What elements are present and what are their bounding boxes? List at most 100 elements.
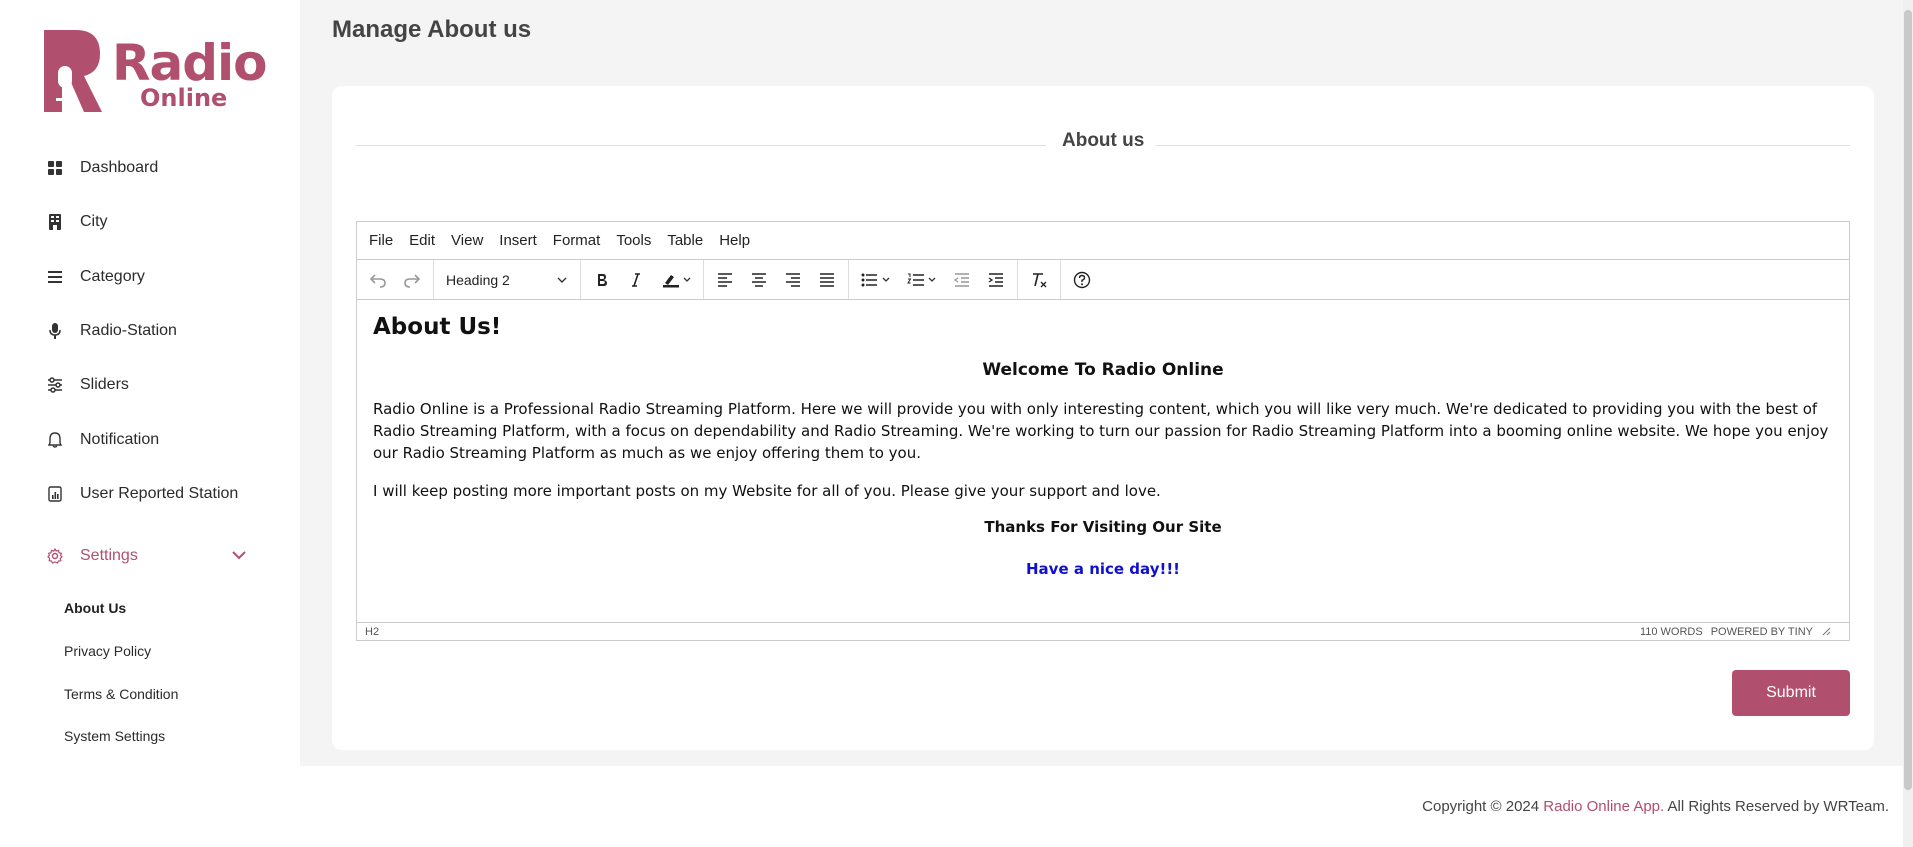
sidebar-item-city[interactable]: City [46,208,108,236]
menu-insert[interactable]: Insert [499,232,537,249]
sidebar-item-category[interactable]: Category [46,263,145,291]
content-paragraph: Radio Online is a Professional Radio Str… [373,400,1829,462]
statusbar-right: 110 WORDS POWERED BY TINY [1640,626,1841,638]
content-thanks: Thanks For Visiting Our Site [984,518,1222,536]
sidebar-item-label: Category [80,268,145,285]
undo-icon [369,273,386,288]
outdent-icon [954,272,969,287]
page-scrollbar-thumb[interactable] [1904,10,1912,790]
about-card: About us File Edit View Insert Format To… [332,86,1874,750]
menu-edit[interactable]: Edit [409,232,435,249]
submit-button[interactable]: Submit [1732,670,1850,716]
numbered-list-button[interactable] [899,265,945,295]
block-format-select[interactable]: Heading 2 [438,265,576,295]
main-content: Manage About us About us File Edit View … [300,0,1913,766]
sidebar-item-label: Dashboard [80,159,159,176]
bold-button[interactable] [585,265,619,295]
word-count[interactable]: 110 WORDS [1640,626,1703,638]
align-group [704,260,849,299]
indent-button[interactable] [979,265,1013,295]
menu-view[interactable]: View [451,232,483,249]
align-center-button[interactable] [742,265,776,295]
page-title: Manage About us [332,16,532,43]
sliders-icon [46,376,64,394]
history-group [357,260,434,299]
card-title: About us [1062,130,1145,151]
gear-icon [46,547,64,565]
format-group [581,260,704,299]
help-button[interactable] [1065,265,1099,295]
menu-tools[interactable]: Tools [616,232,651,249]
building-icon [46,213,64,231]
brand-logo[interactable]: Radio Online [40,26,268,114]
align-right-button[interactable] [776,265,810,295]
bullet-list-button[interactable] [853,265,899,295]
indent-icon [988,272,1003,287]
menu-help[interactable]: Help [719,232,750,249]
sidebar-item-radio-station[interactable]: Radio-Station [46,317,177,345]
sidebar-item-sliders[interactable]: Sliders [46,371,129,399]
sidebar-subitem-about-us[interactable]: About Us [64,600,126,616]
highlight-color-button[interactable] [653,265,699,295]
align-justify-button[interactable] [810,265,844,295]
powered-by-link[interactable]: POWERED BY TINY [1711,626,1813,638]
editor-content[interactable]: About Us! Welcome To Radio Online Radio … [357,300,1849,624]
align-justify-icon [820,272,834,287]
chevron-down-icon [557,277,567,283]
sidebar-subitem-terms-condition[interactable]: Terms & Condition [64,686,178,702]
align-right-icon [786,272,800,287]
help-icon [1073,271,1091,288]
block-format-group: Heading 2 [434,260,581,299]
menu-format[interactable]: Format [553,232,601,249]
align-left-icon [718,272,732,287]
undo-button[interactable] [361,265,395,295]
footer: Copyright © 2024 Radio Online App. All R… [300,766,1913,847]
sidebar-item-label: Sliders [80,376,129,393]
copyright-suffix: All Rights Reserved by WRTeam. [1664,798,1889,815]
radio-logo-icon [44,30,102,112]
sidebar-item-label: Settings [80,547,138,564]
clear-formatting-button[interactable] [1022,265,1056,295]
sidebar-item-label: User Reported Station [80,485,239,502]
italic-button[interactable] [619,265,653,295]
clear-format-icon [1033,272,1047,287]
redo-button[interactable] [395,265,429,295]
sidebar-item-label: City [80,213,108,230]
align-left-button[interactable] [708,265,742,295]
bold-icon [598,273,607,286]
numbered-list-icon [907,273,936,286]
sidebar-subitem-system-settings[interactable]: System Settings [64,728,165,744]
italic-icon [632,272,640,287]
bell-icon [46,431,64,449]
clear-format-group [1018,260,1061,299]
list-group [849,260,1018,299]
content-nice-day: Have a nice day!!! [1026,560,1180,578]
resize-handle-icon[interactable] [1821,626,1831,636]
sidebar: Radio Online Dashboard City Category Rad… [0,0,300,847]
bullet-list-icon [861,273,890,286]
highlighter-icon [663,274,691,287]
sidebar-item-settings[interactable]: Settings [46,542,138,570]
sidebar-item-label: Notification [80,431,160,448]
editor-toolbar: Heading 2 [357,260,1849,300]
content-heading: About Us! [373,314,502,340]
copyright-text: Copyright © 2024 Radio Online App. All R… [1422,798,1889,815]
block-format-value: Heading 2 [446,271,510,288]
sidebar-subitem-privacy-policy[interactable]: Privacy Policy [64,643,151,659]
help-group [1061,260,1103,299]
list-icon [46,268,64,286]
footer-app-link[interactable]: Radio Online App. [1543,798,1664,815]
redo-icon [404,273,421,288]
menu-file[interactable]: File [369,232,393,249]
content-paragraph: I will keep posting more important posts… [373,482,1161,500]
outdent-button[interactable] [945,265,979,295]
sidebar-item-notification[interactable]: Notification [46,426,159,454]
element-path[interactable]: H2 [365,626,379,638]
sidebar-item-user-reported-station[interactable]: User Reported Station [46,480,238,508]
microphone-icon [46,322,64,340]
sidebar-item-dashboard[interactable]: Dashboard [46,154,158,182]
menu-table[interactable]: Table [667,232,703,249]
chevron-down-icon[interactable] [230,546,248,564]
grid-icon [46,159,64,177]
brand-name-line2: Online [140,84,228,112]
